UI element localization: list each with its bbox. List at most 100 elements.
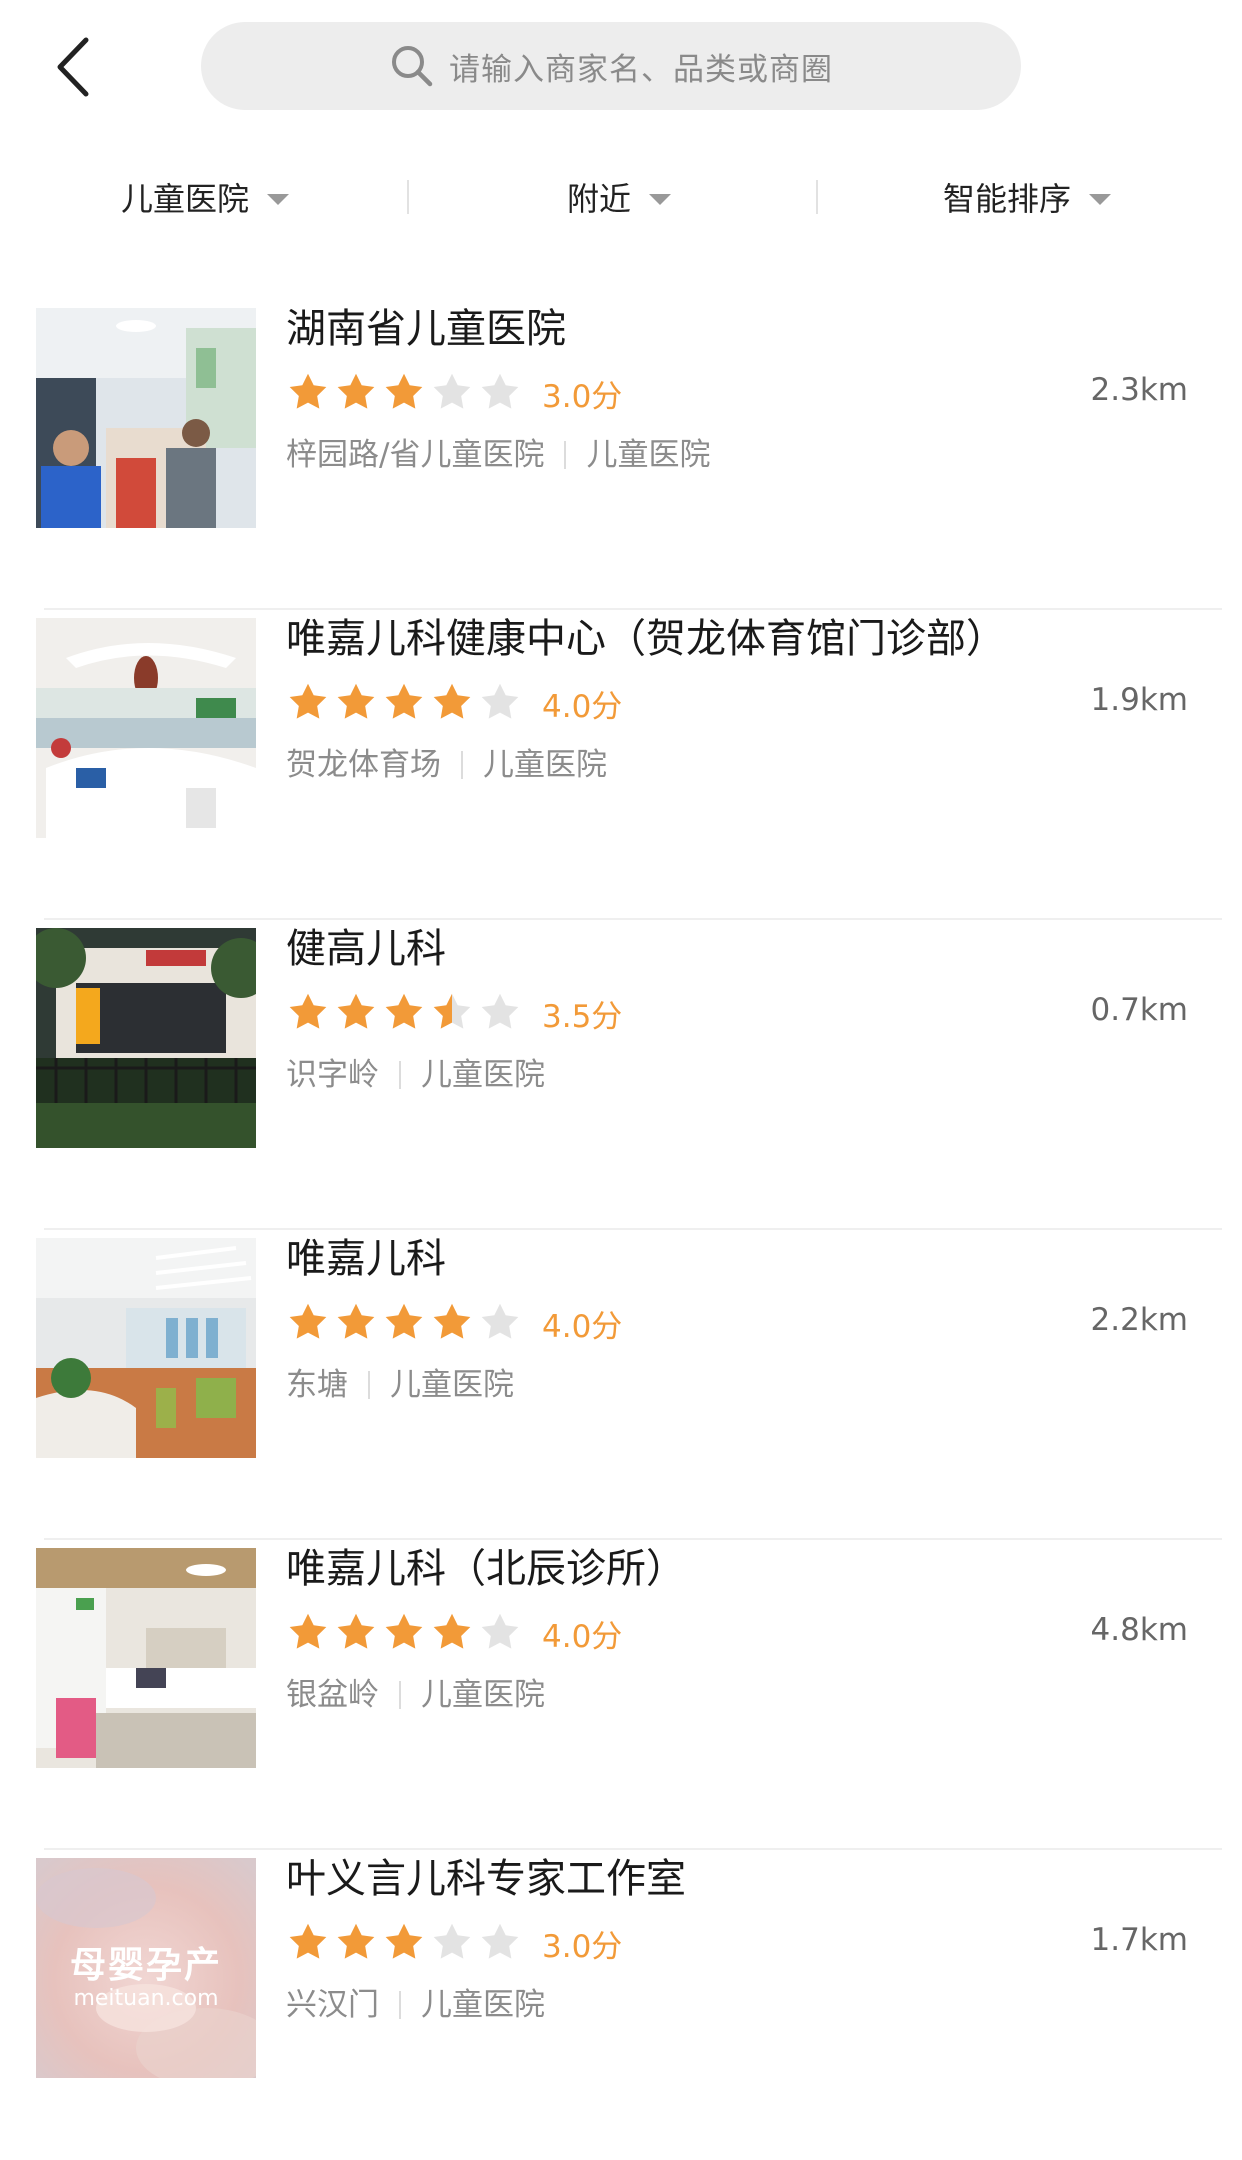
distance: 4.8km	[1090, 1612, 1188, 1648]
merchant-meta: 贺龙体育场 儿童医院	[286, 740, 607, 790]
merchant-area: 东塘	[286, 1367, 348, 1403]
star-filled-icon	[433, 1303, 471, 1339]
search-icon	[392, 46, 433, 87]
distance: 2.2km	[1090, 1302, 1188, 1338]
rating-score: 4.0分	[542, 1308, 623, 1345]
star-empty-icon	[481, 1303, 519, 1339]
list-item[interactable]: 唯嘉儿科 4.0分 2.2km 东塘 儿童医院	[0, 1230, 1242, 1540]
search-input[interactable]: 请输入商家名、品类或商圈	[201, 22, 1021, 110]
rating: 4.0分	[286, 1608, 622, 1658]
star-rating	[286, 1921, 526, 1965]
star-filled-icon	[385, 1613, 423, 1649]
rating-score: 4.0分	[542, 1618, 623, 1655]
star-empty-icon	[481, 373, 519, 409]
star-filled-icon	[289, 993, 327, 1029]
star-filled-icon	[385, 993, 423, 1029]
star-filled-icon	[337, 1303, 375, 1339]
star-filled-icon	[385, 683, 423, 719]
meta-separator	[399, 1681, 401, 1709]
star-filled-icon	[337, 373, 375, 409]
merchant-photo-placeholder: 母婴孕产 meituan.com	[36, 1858, 256, 2078]
star-empty-icon	[433, 1923, 471, 1959]
filter-location-label: 附近	[566, 180, 631, 218]
list-item[interactable]: 母婴孕产 meituan.com 叶义言儿科专家工作室 3.0分 1.7km 兴…	[0, 1850, 1242, 2160]
distance: 0.7km	[1090, 992, 1188, 1028]
merchant-category: 儿童医院	[586, 437, 711, 473]
merchant-name: 叶义言儿科专家工作室	[286, 1856, 686, 1902]
star-rating	[286, 1301, 526, 1345]
filter-divider	[407, 180, 409, 214]
list-item[interactable]: 湖南省儿童医院 3.0分 2.3km 梓园路/省儿童医院 儿童医院	[0, 300, 1242, 610]
star-filled-icon	[289, 373, 327, 409]
star-filled-icon	[289, 683, 327, 719]
merchant-photo	[36, 308, 256, 528]
list-item[interactable]: 健高儿科 3.5分 0.7km 识字岭 儿童医院	[0, 920, 1242, 1230]
merchant-photo	[36, 928, 256, 1148]
star-filled-icon	[385, 1303, 423, 1339]
filter-bar: 儿童医院 附近 智能排序	[0, 160, 1242, 234]
merchant-area: 识字岭	[286, 1057, 379, 1093]
merchant-name: 唯嘉儿科健康中心（贺龙体育馆门诊部）	[286, 616, 1006, 662]
merchant-photo	[36, 1238, 256, 1458]
list-item[interactable]: 唯嘉儿科健康中心（贺龙体育馆门诊部） 4.0分 1.9km 贺龙体育场 儿童医院	[0, 610, 1242, 920]
search-placeholder: 请输入商家名、品类或商圈	[449, 51, 833, 88]
merchant-meta: 东塘 儿童医院	[286, 1360, 514, 1410]
star-filled-icon	[433, 1613, 471, 1649]
star-filled-icon	[337, 1923, 375, 1959]
meta-separator	[461, 751, 463, 779]
caret-down-icon	[649, 193, 671, 205]
star-filled-icon	[385, 1923, 423, 1959]
star-filled-icon	[337, 683, 375, 719]
caret-down-icon	[267, 193, 289, 205]
star-filled-icon	[337, 1613, 375, 1649]
star-rating	[286, 371, 526, 415]
merchant-name: 唯嘉儿科（北辰诊所）	[286, 1546, 686, 1592]
star-rating	[286, 681, 526, 725]
merchant-meta: 识字岭 儿童医院	[286, 1050, 545, 1100]
placeholder-title: 母婴孕产	[69, 1945, 222, 1986]
meta-separator	[399, 1061, 401, 1089]
merchant-list: 湖南省儿童医院 3.0分 2.3km 梓园路/省儿童医院 儿童医院 唯嘉儿科健康…	[0, 300, 1242, 2160]
merchant-area: 银盆岭	[286, 1677, 379, 1713]
star-filled-icon	[289, 1613, 327, 1649]
merchant-category: 儿童医院	[421, 1987, 545, 2023]
merchant-area: 兴汉门	[286, 1987, 379, 2023]
meta-separator	[399, 1991, 401, 2019]
distance: 1.9km	[1090, 682, 1188, 718]
filter-category[interactable]: 儿童医院	[0, 160, 410, 234]
filter-sort[interactable]: 智能排序	[822, 160, 1232, 234]
merchant-category: 儿童医院	[421, 1057, 545, 1093]
star-empty-icon	[481, 993, 519, 1029]
list-item[interactable]: 唯嘉儿科（北辰诊所） 4.0分 4.8km 银盆岭 儿童医院	[0, 1540, 1242, 1850]
merchant-photo	[36, 1548, 256, 1768]
rating: 3.0分	[286, 1918, 622, 1968]
star-empty-icon	[433, 373, 471, 409]
merchant-name: 湖南省儿童医院	[286, 306, 566, 352]
distance: 2.3km	[1090, 372, 1188, 408]
caret-down-icon	[1089, 193, 1111, 205]
merchant-name: 健高儿科	[286, 926, 446, 972]
chevron-left-icon	[57, 37, 89, 97]
filter-location[interactable]: 附近	[414, 160, 824, 234]
star-half-icon	[433, 993, 471, 1029]
rating: 3.5分	[286, 988, 622, 1038]
merchant-meta: 兴汉门 儿童医院	[286, 1980, 545, 2030]
star-filled-icon	[337, 993, 375, 1029]
star-empty-icon	[481, 1613, 519, 1649]
rating: 4.0分	[286, 1298, 622, 1348]
rating: 4.0分	[286, 678, 622, 728]
rating: 3.0分	[286, 368, 622, 418]
back-button[interactable]	[46, 32, 106, 102]
merchant-area: 贺龙体育场	[286, 747, 441, 783]
star-empty-icon	[481, 683, 519, 719]
star-rating	[286, 1611, 526, 1655]
distance: 1.7km	[1090, 1922, 1188, 1958]
rating-score: 4.0分	[542, 688, 623, 725]
rating-score: 3.5分	[542, 998, 623, 1035]
rating-score: 3.0分	[542, 1928, 623, 1965]
merchant-photo	[36, 618, 256, 838]
star-rating	[286, 991, 526, 1035]
star-filled-icon	[289, 1923, 327, 1959]
merchant-category: 儿童医院	[421, 1677, 545, 1713]
meta-separator	[564, 441, 567, 469]
